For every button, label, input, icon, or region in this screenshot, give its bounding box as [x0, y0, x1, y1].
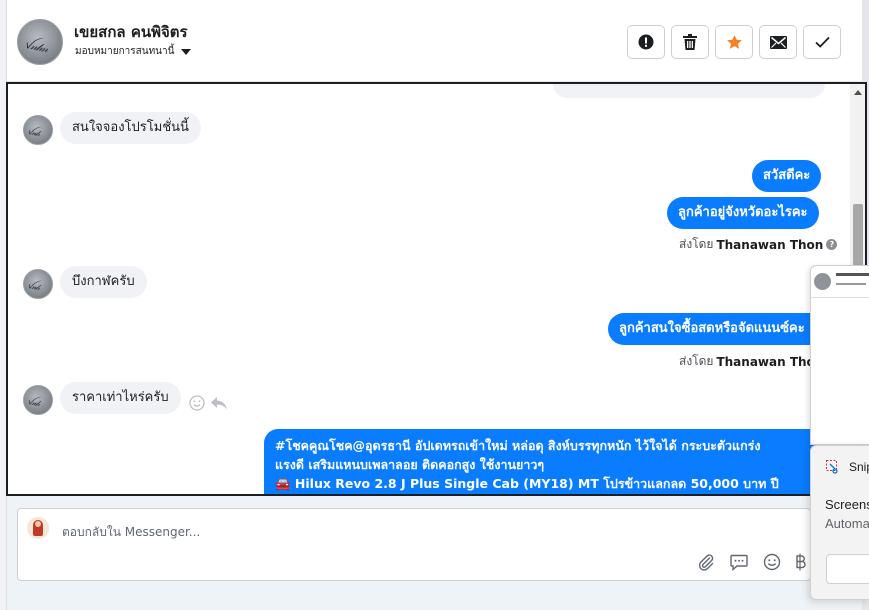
scroll-up-arrow-icon[interactable] — [854, 90, 862, 95]
smiley-icon[interactable] — [189, 395, 205, 411]
attachment-button[interactable] — [694, 552, 717, 572]
scissors-icon — [826, 460, 838, 474]
emoji-button[interactable] — [760, 552, 783, 572]
snip-subtext: Automa — [825, 516, 869, 531]
envelope-icon — [769, 35, 787, 49]
preview-subtitle-line — [836, 283, 866, 285]
composer-tools — [694, 552, 807, 572]
baht-icon — [795, 553, 806, 571]
incoming-message[interactable]: บึงกาฬครับ — [60, 266, 147, 298]
message-thread[interactable]: ꪜ𝓃𝒽 สนใจจองโปรโมชั่นนี้ สวัสดีคะ ลูกค้าอ… — [6, 82, 867, 496]
delete-button[interactable] — [671, 25, 709, 59]
mark-done-button[interactable] — [803, 25, 841, 59]
outgoing-message-long[interactable]: #โชคคูณโชค@อุดรธานี อัปเดทรถเข้าใหม่ หล่… — [264, 429, 824, 494]
reply-input[interactable]: ตอบกลับใน Messenger... — [62, 523, 200, 542]
mark-unread-button[interactable] — [759, 25, 797, 59]
reply-icon[interactable] — [210, 395, 228, 411]
contact-avatar-small: ꪜ𝓃𝒽 — [23, 115, 53, 145]
contact-avatar[interactable]: ꪜ𝓃𝒽𝓃 — [17, 19, 63, 65]
preview-title-line — [836, 273, 869, 276]
message-line: 🚘 Hilux Revo 2.8 J Plus Single Cab (MY18… — [275, 476, 779, 491]
paperclip-icon — [698, 554, 713, 571]
message-hover-actions — [189, 395, 228, 411]
contact-avatar-small: ꪜ𝓃𝒽 — [23, 269, 53, 299]
smiley-icon — [763, 553, 780, 571]
sent-by-prefix: ส่งโดย — [679, 354, 714, 368]
caret-down-icon — [181, 48, 192, 55]
preview-avatar — [814, 273, 831, 290]
contact-name[interactable]: เขยสกล คนพิจิตร — [74, 20, 188, 44]
exclamation-circle-icon — [638, 34, 654, 50]
message-line: #โชคคูณโชค@อุดรธานี อัปเดทรถเข้าใหม่ หล่… — [275, 438, 761, 453]
snip-app-title: Snip — [849, 460, 869, 474]
trash-icon — [683, 34, 697, 50]
payment-button[interactable] — [793, 552, 807, 572]
snip-heading: Screens — [825, 497, 869, 512]
header-actions — [627, 25, 841, 59]
outgoing-message[interactable]: ลูกค้าอยู่จังหวัดอะไรคะ — [667, 197, 819, 229]
snip-notification[interactable]: Snip Screens Automa — [810, 445, 869, 600]
incoming-message[interactable]: ราคาเท่าไหร่ครับ — [60, 382, 181, 414]
star-icon — [726, 34, 742, 49]
incoming-message[interactable]: สนใจจองโปรโมชั่นนี้ — [60, 112, 201, 144]
saved-replies-button[interactable] — [727, 552, 750, 572]
preview-divider — [811, 297, 869, 298]
star-button[interactable] — [715, 25, 753, 59]
sent-by-name[interactable]: Thanawan Thon — [716, 355, 823, 369]
sent-by-name[interactable]: Thanawan Thon — [716, 238, 823, 252]
assign-conversation-dropdown[interactable]: มอบหมายการสนทนานี้ — [75, 44, 192, 59]
outgoing-message[interactable]: ลูกค้าสนใจซื้อสดหรือจัดแนนซ์คะ — [608, 313, 828, 345]
scroll-thumb[interactable] — [853, 204, 863, 274]
sent-by-prefix: ส่งโดย — [679, 237, 714, 251]
sent-by-label: ส่งโดย Thanawan Thon — [679, 352, 823, 371]
page-avatar — [27, 517, 49, 539]
reply-composer[interactable]: ตอบกลับใน Messenger... — [17, 508, 811, 581]
report-button[interactable] — [627, 25, 665, 59]
contact-avatar-small: ꪜ𝓃𝒽 — [23, 385, 53, 415]
snip-action-button[interactable] — [826, 554, 869, 584]
info-icon[interactable]: ? — [826, 239, 838, 250]
conversation-preview-popup[interactable] — [810, 265, 869, 445]
conversation-header: ꪜ𝓃𝒽𝓃 เขยสกล คนพิจิตร มอบหมายการสนทนานี้ — [7, 0, 862, 82]
chat-bubble-icon — [729, 554, 748, 571]
message-line: แรงดี เสริมแหนบเพลาลอย ติดคอกสูง ใช้งานย… — [275, 457, 545, 472]
assign-label: มอบหมายการสนทนานี้ — [75, 46, 175, 57]
outgoing-message[interactable]: สวัสดีคะ — [752, 160, 822, 192]
check-icon — [814, 36, 830, 48]
previous-message-bubble — [553, 84, 825, 98]
sent-by-label: ส่งโดย Thanawan Thon ? — [679, 235, 838, 254]
